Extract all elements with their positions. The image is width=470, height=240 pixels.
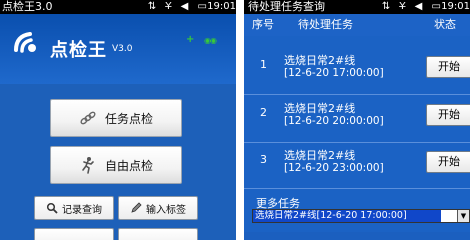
status-bar: 待处理任务查询 ⇅ Y̶ ◀ ▭ 19:01 bbox=[244, 0, 470, 14]
logo-name: 点检王 bbox=[50, 40, 107, 61]
free-check-label: 自由点检 bbox=[104, 158, 153, 173]
chevron-down-icon[interactable]: ▼ bbox=[457, 210, 469, 222]
magnifier-icon bbox=[46, 202, 58, 214]
row-task-name: 选烧日常2#线 bbox=[284, 102, 356, 115]
start-button[interactable]: 开始 bbox=[426, 151, 470, 173]
plus-indicator-icon: + bbox=[186, 34, 195, 45]
main-menu-screen: 点检王3.0 ⇅ Y̶ ◀ ▭ 19:01 点检王 V3.0 + ◉◉ 任务点检… bbox=[0, 0, 236, 240]
row-seq: 2 bbox=[260, 106, 267, 119]
row-seq: 1 bbox=[260, 58, 267, 71]
column-header-task: 待处理任务 bbox=[298, 18, 353, 31]
column-header-state: 状态 bbox=[434, 18, 456, 31]
chain-link-icon bbox=[80, 111, 96, 125]
table-row: 1 选烧日常2#线 [12-6-20 17:00:00] 开始 bbox=[244, 46, 470, 92]
free-check-button[interactable]: 自由点检 bbox=[50, 146, 182, 184]
status-icons: ⇅ Y̶ ◀ ▭ bbox=[147, 1, 210, 12]
start-button[interactable]: 开始 bbox=[426, 104, 470, 126]
screen-title: 待处理任务查询 bbox=[248, 0, 325, 13]
task-check-button[interactable]: 任务点检 bbox=[50, 99, 182, 137]
bottom-strip bbox=[244, 232, 470, 240]
row-seq: 3 bbox=[260, 153, 267, 166]
column-header-seq: 序号 bbox=[252, 18, 274, 31]
row-task-time: [12-6-20 23:00:00] bbox=[284, 162, 384, 174]
table-row: 3 选烧日常2#线 [12-6-20 23:00:00] 开始 bbox=[244, 141, 470, 187]
row-task-time: [12-6-20 17:00:00] bbox=[284, 67, 384, 79]
start-button[interactable]: 开始 bbox=[426, 56, 470, 78]
input-label-button[interactable]: 输入标签 bbox=[118, 196, 198, 220]
input-label-label: 输入标签 bbox=[146, 204, 186, 216]
logo-version: V3.0 bbox=[112, 44, 133, 54]
pending-tasks-screen: 待处理任务查询 ⇅ Y̶ ◀ ▭ 19:01 序号 待处理任务 状态 1 选烧日… bbox=[244, 0, 470, 240]
dropdown-selected-value: 选烧日常2#线[12-6-20 17:00:00] bbox=[253, 210, 441, 222]
running-man-icon bbox=[82, 157, 94, 174]
more-tasks-dropdown[interactable]: 选烧日常2#线[12-6-20 17:00:00] ▼ bbox=[252, 209, 470, 223]
clock: 19:01 bbox=[441, 1, 470, 12]
status-bar: 点检王3.0 ⇅ Y̶ ◀ ▭ 19:01 bbox=[0, 0, 236, 14]
row-divider bbox=[244, 188, 470, 189]
app-title: 点检王3.0 bbox=[2, 0, 53, 13]
row-task-name: 选烧日常2#线 bbox=[284, 54, 356, 67]
connection-indicator-icon: ◉◉ bbox=[204, 36, 217, 45]
row-task-name: 选烧日常2#线 bbox=[284, 149, 356, 162]
partial-button-1[interactable] bbox=[34, 228, 114, 240]
status-icons: ⇅ Y̶ ◀ ▭ bbox=[381, 1, 444, 12]
signal-logo-icon bbox=[14, 32, 36, 53]
table-header: 序号 待处理任务 状态 bbox=[244, 14, 470, 36]
pencil-icon bbox=[131, 202, 142, 213]
clock: 19:01 bbox=[207, 1, 236, 12]
partial-button-2[interactable] bbox=[118, 228, 198, 240]
table-row: 2 选烧日常2#线 [12-6-20 20:00:00] 开始 bbox=[244, 94, 470, 140]
task-check-label: 任务点检 bbox=[104, 111, 153, 126]
record-query-label: 记录查询 bbox=[62, 204, 102, 216]
row-task-time: [12-6-20 20:00:00] bbox=[284, 115, 384, 127]
record-query-button[interactable]: 记录查询 bbox=[34, 196, 114, 220]
